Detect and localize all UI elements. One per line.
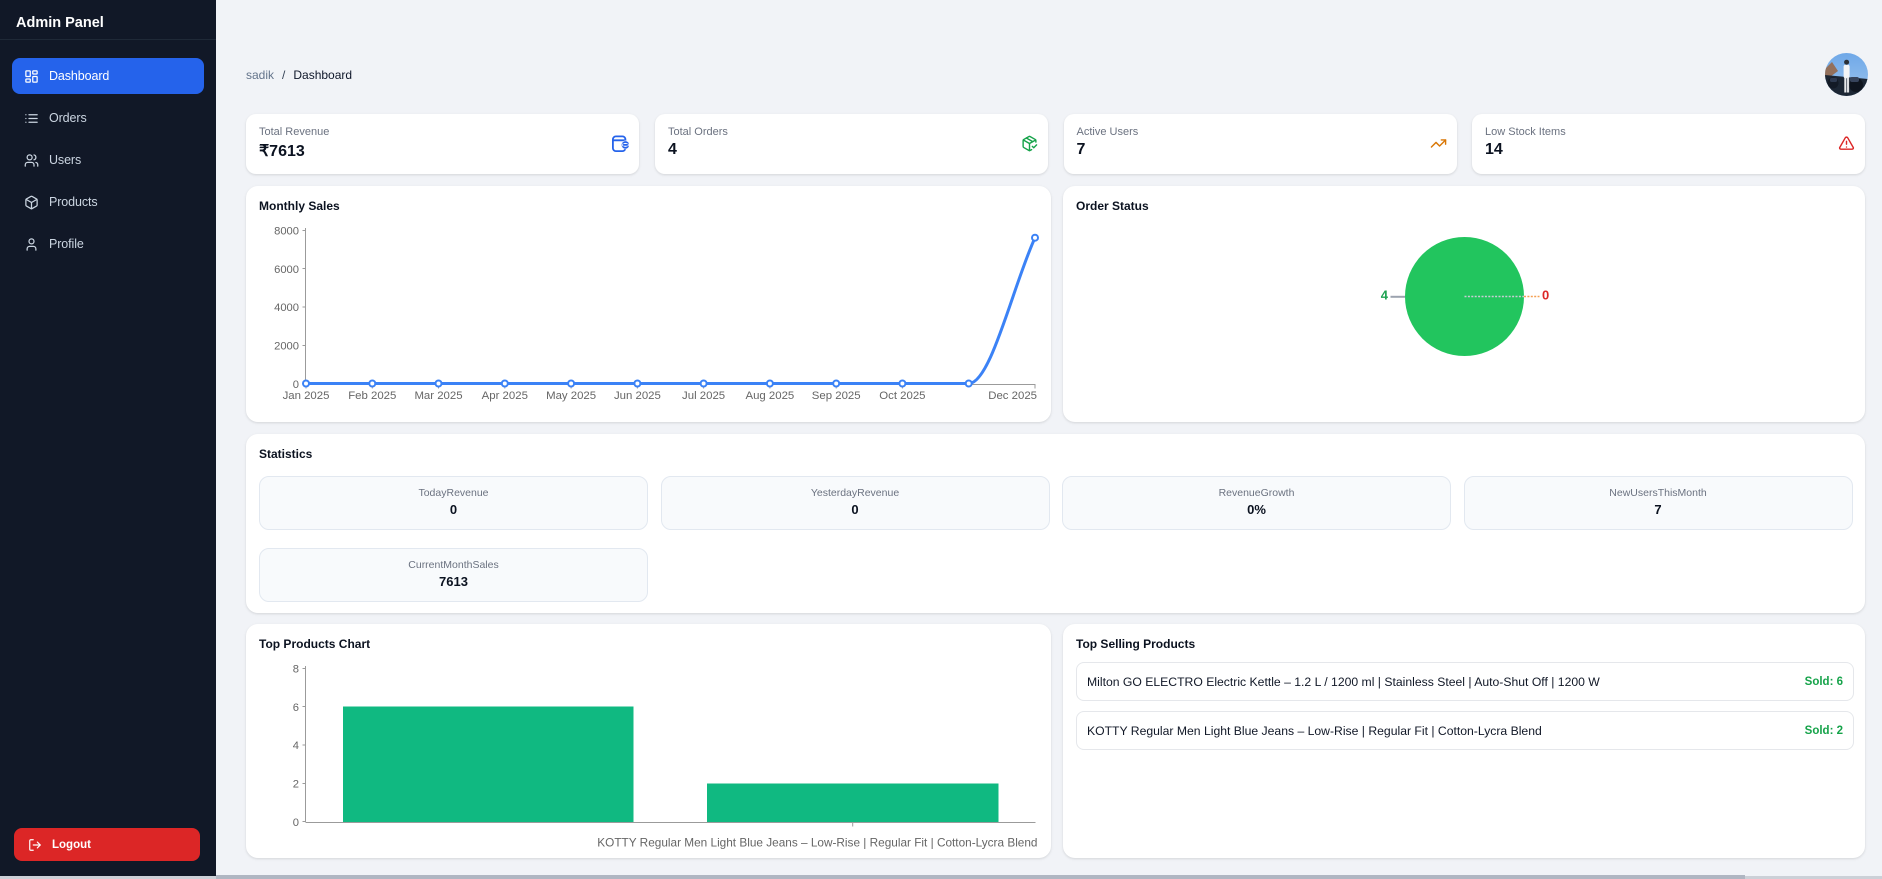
svg-text:Aug 2025: Aug 2025 — [746, 390, 795, 402]
svg-text:Jan 2025: Jan 2025 — [283, 390, 330, 402]
svg-text:0: 0 — [1542, 288, 1549, 303]
svg-text:May 2025: May 2025 — [546, 390, 596, 402]
svg-text:4000: 4000 — [274, 302, 299, 314]
svg-text:Feb 2025: Feb 2025 — [348, 390, 396, 402]
svg-text:KOTTY Regular Men Light Blue J: KOTTY Regular Men Light Blue Jeans – Low… — [597, 836, 1037, 850]
svg-text:2000: 2000 — [274, 341, 299, 353]
svg-text:4: 4 — [293, 740, 299, 752]
svg-text:0: 0 — [293, 379, 299, 391]
svg-text:2: 2 — [293, 779, 299, 791]
svg-text:Jun 2025: Jun 2025 — [614, 390, 661, 402]
svg-text:0: 0 — [293, 817, 299, 829]
svg-text:8: 8 — [293, 664, 299, 676]
svg-text:6000: 6000 — [274, 264, 299, 276]
svg-text:Oct 2025: Oct 2025 — [879, 390, 925, 402]
svg-text:4: 4 — [1381, 288, 1389, 303]
svg-text:Jul 2025: Jul 2025 — [682, 390, 725, 402]
svg-text:Dec 2025: Dec 2025 — [988, 390, 1037, 402]
svg-text:6: 6 — [293, 702, 299, 714]
svg-text:Mar 2025: Mar 2025 — [414, 390, 462, 402]
svg-text:8000: 8000 — [274, 226, 299, 238]
svg-text:Apr 2025: Apr 2025 — [482, 390, 528, 402]
svg-text:Sep 2025: Sep 2025 — [812, 390, 861, 402]
